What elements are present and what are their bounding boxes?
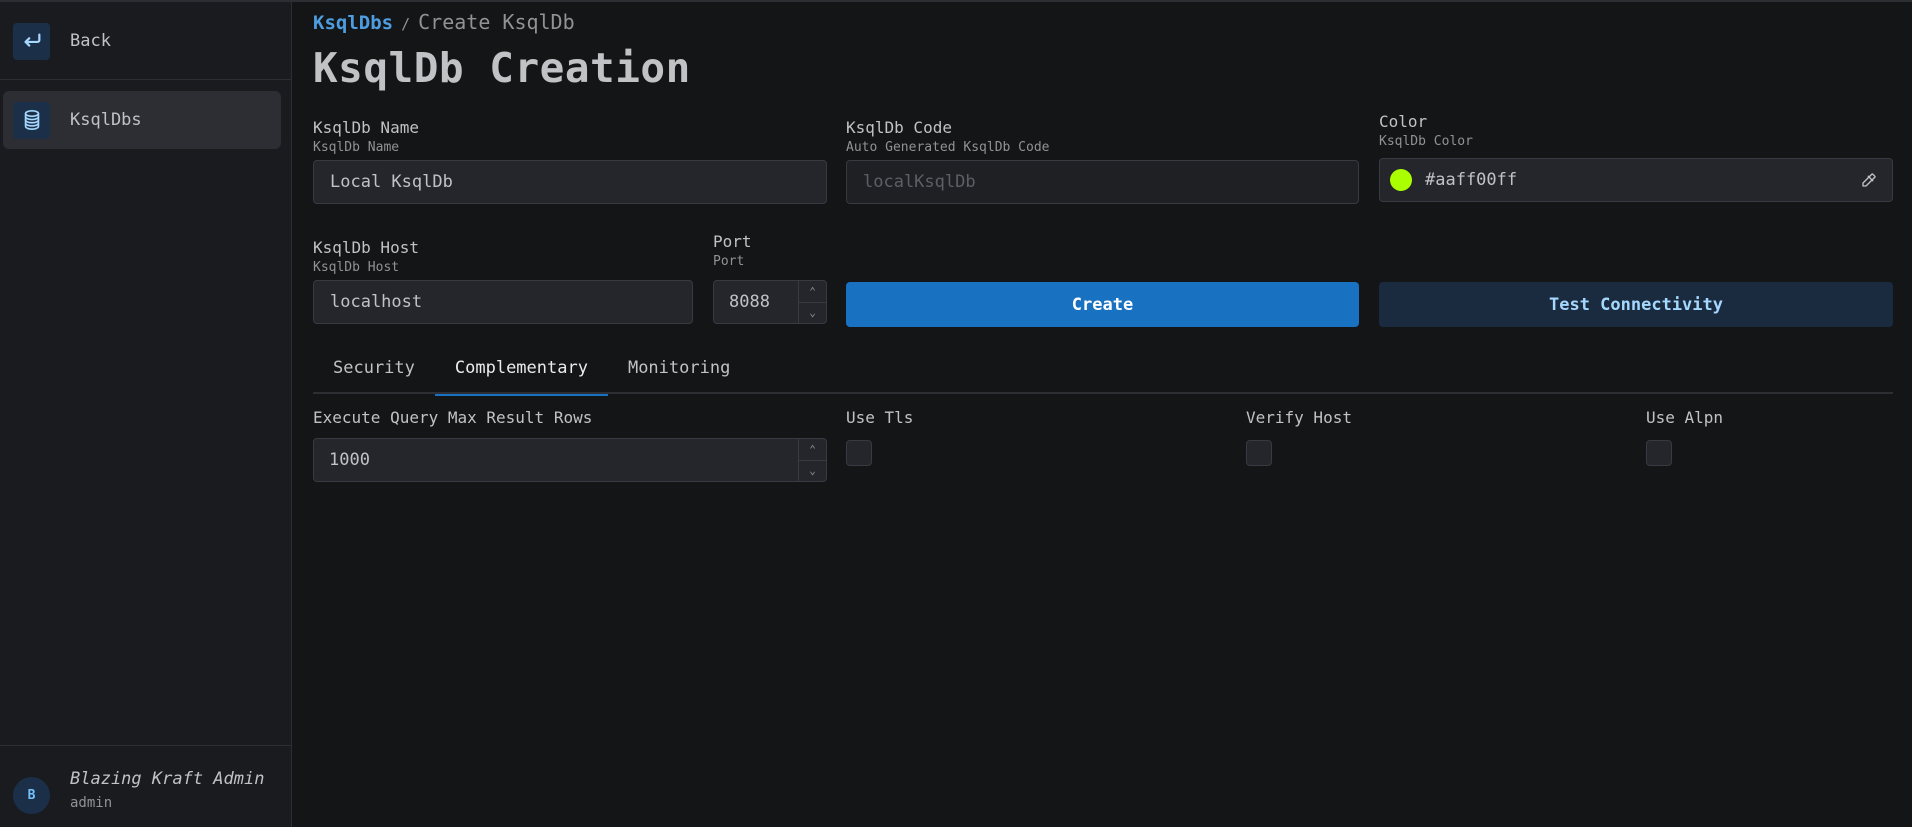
use-alpn-field: Use Alpn (1646, 408, 1723, 466)
color-label: Color (1379, 112, 1428, 131)
user-name: Blazing Kraft Admin (70, 769, 265, 789)
max-rows-increment-icon[interactable]: ⌃ (799, 439, 826, 461)
verify-host-checkbox[interactable] (1246, 440, 1272, 466)
name-label: KsqlDb Name (313, 118, 419, 137)
name-description: KsqlDb Name (313, 140, 400, 155)
breadcrumb-ksqldbs-link[interactable]: KsqlDbs (313, 12, 393, 34)
tab-security[interactable]: Security (313, 350, 435, 394)
eyedropper-icon[interactable] (1860, 171, 1878, 194)
use-tls-field: Use Tls (846, 408, 913, 466)
port-input[interactable]: 8088 ⌃ ⌄ (713, 280, 827, 324)
name-value: Local KsqlDb (330, 172, 453, 192)
user-profile[interactable]: B Blazing Kraft Admin admin (0, 745, 291, 827)
port-stepper: ⌃ ⌄ (798, 281, 826, 323)
code-input: localKsqlDb (846, 160, 1359, 204)
max-rows-stepper: ⌃ ⌄ (798, 439, 826, 481)
verify-host-label: Verify Host (1246, 408, 1352, 427)
tab-bar: Security Complementary Monitoring (313, 350, 1893, 396)
port-description: Port (713, 254, 745, 269)
page-title: KsqlDb Creation (313, 44, 691, 92)
verify-host-field: Verify Host (1246, 408, 1352, 466)
host-description: KsqlDb Host (313, 260, 400, 275)
color-description: KsqlDb Color (1379, 134, 1473, 149)
back-section: Back (0, 2, 291, 80)
host-input[interactable]: localhost (313, 280, 693, 324)
port-label: Port (713, 232, 752, 251)
max-rows-field: Execute Query Max Result Rows 1000 ⌃ ⌄ (313, 408, 827, 482)
breadcrumb: KsqlDbs / Create KsqlDb (313, 10, 575, 34)
sidebar-item-label: KsqlDbs (70, 110, 142, 130)
use-alpn-label: Use Alpn (1646, 408, 1724, 427)
code-description: Auto Generated KsqlDb Code (846, 140, 1050, 155)
avatar: B (13, 777, 50, 814)
port-value: 8088 (729, 292, 770, 312)
host-label: KsqlDb Host (313, 238, 419, 257)
max-rows-label: Execute Query Max Result Rows (313, 408, 593, 427)
breadcrumb-separator: / (401, 15, 411, 33)
create-button[interactable]: Create (846, 282, 1359, 327)
breadcrumb-current: Create KsqlDb (418, 10, 575, 34)
port-field: Port Port 8088 ⌃ ⌄ (713, 232, 827, 324)
back-button[interactable]: Back (4, 20, 282, 62)
sidebar-item-ksqldbs[interactable]: KsqlDbs (3, 91, 281, 149)
max-rows-input[interactable]: 1000 ⌃ ⌄ (313, 438, 827, 482)
max-rows-decrement-icon[interactable]: ⌄ (799, 461, 826, 482)
use-alpn-checkbox[interactable] (1646, 440, 1672, 466)
sidebar: Back KsqlDbs B Blazing Kraft Admin admin (0, 2, 292, 827)
code-value: localKsqlDb (863, 172, 976, 192)
tab-complementary[interactable]: Complementary (434, 350, 609, 396)
max-rows-value: 1000 (329, 450, 370, 470)
code-label: KsqlDb Code (846, 118, 952, 137)
back-arrow-icon (13, 22, 50, 60)
name-field: KsqlDb Name KsqlDb Name Local KsqlDb (313, 118, 827, 204)
database-icon (13, 101, 50, 139)
test-connectivity-button[interactable]: Test Connectivity (1379, 282, 1893, 327)
back-label: Back (70, 31, 111, 51)
user-role: admin (70, 795, 113, 811)
name-input[interactable]: Local KsqlDb (313, 160, 827, 204)
color-input[interactable]: #aaff00ff (1379, 158, 1893, 202)
use-tls-label: Use Tls (846, 408, 914, 427)
host-field: KsqlDb Host KsqlDb Host localhost (313, 238, 693, 324)
use-tls-checkbox[interactable] (846, 440, 872, 466)
main-content: KsqlDbs / Create KsqlDb KsqlDb Creation … (293, 2, 1912, 827)
host-value: localhost (330, 292, 423, 312)
color-value: #aaff00ff (1425, 170, 1518, 190)
code-field: KsqlDb Code Auto Generated KsqlDb Code l… (846, 118, 1359, 204)
color-field: Color KsqlDb Color #aaff00ff (1379, 112, 1893, 202)
port-increment-icon[interactable]: ⌃ (799, 281, 826, 303)
port-decrement-icon[interactable]: ⌄ (799, 303, 826, 324)
color-swatch (1390, 169, 1412, 191)
tab-monitoring[interactable]: Monitoring (608, 350, 750, 394)
